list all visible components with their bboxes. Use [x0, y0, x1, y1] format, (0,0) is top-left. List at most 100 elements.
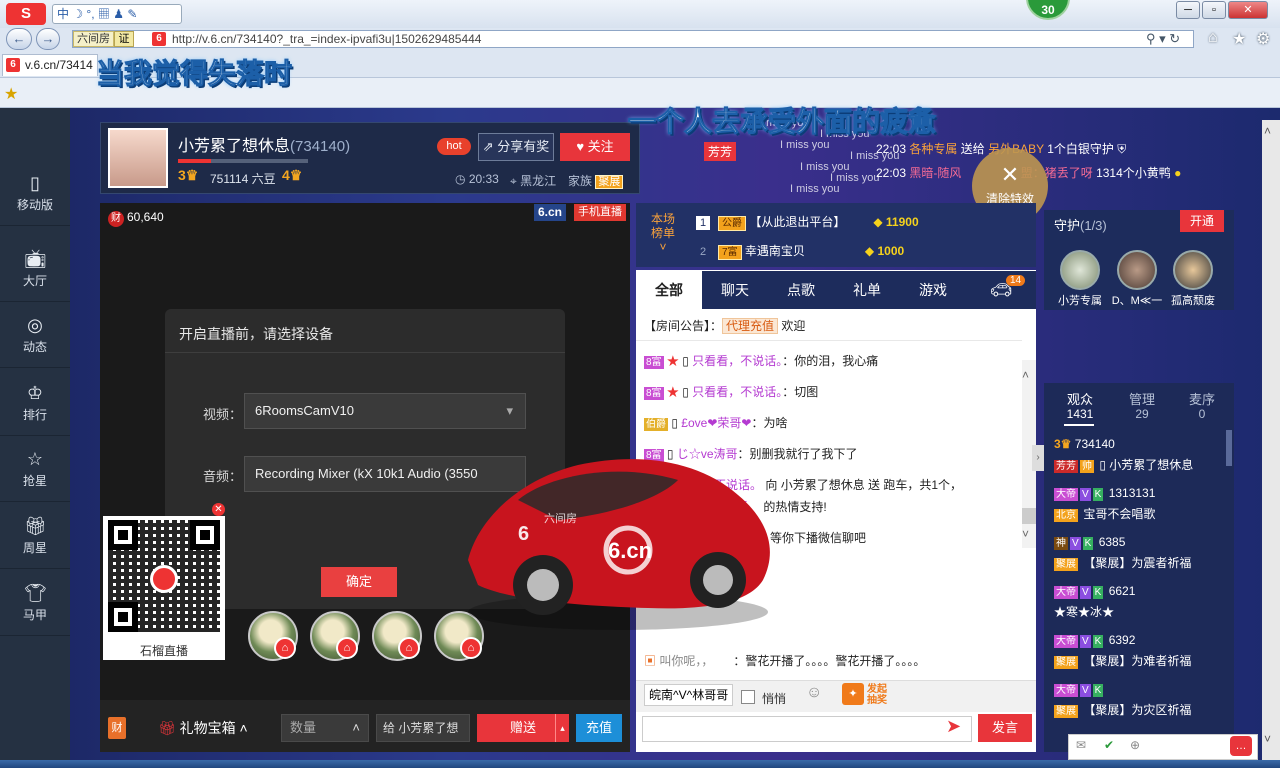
quiet-checkbox[interactable] [741, 690, 755, 704]
sender-name[interactable]: 只看看，不说话。 [692, 354, 782, 368]
audience-scroll-thumb[interactable] [1226, 430, 1232, 466]
chat-send-button[interactable]: 发言 [978, 714, 1032, 742]
location-text: 黑龙江 [520, 174, 557, 188]
scroll-up-icon[interactable]: ˄ [1264, 124, 1271, 138]
guard-count: (1/3) [1080, 218, 1107, 233]
tab-games[interactable]: 游戏 [900, 271, 966, 309]
sidebar-item-label: 抢星 [22, 474, 47, 488]
send-gift-button[interactable]: 赠送 ▴ [477, 714, 569, 742]
sogou-logo-icon[interactable]: S [6, 3, 46, 25]
url-text[interactable]: http://v.6.cn/734140?_tra_=index-ipvafi3… [172, 32, 481, 46]
host-tag: 芳芳 [704, 142, 737, 161]
search-icon[interactable]: ⚲ ▾ ↻ [1146, 31, 1180, 47]
follow-button[interactable]: ♥ 关注 [560, 133, 630, 161]
minimize-icon[interactable]: ─ [1176, 1, 1200, 19]
scroll-down-icon[interactable]: ˅ [1264, 732, 1271, 746]
page-scrollbar[interactable] [1262, 120, 1280, 760]
guard-avatar[interactable] [1173, 250, 1213, 290]
sidebar-item-star[interactable]: ☆ 抢星 [0, 436, 70, 502]
tab-chat[interactable]: 聊天 [702, 271, 768, 309]
chat-bubble-icon[interactable]: … [1230, 736, 1252, 756]
guard-avatar[interactable] [1060, 250, 1100, 290]
lottery-icon[interactable]: ✦ [842, 683, 864, 705]
settings-gear-icon[interactable]: ⚙ [1256, 29, 1270, 49]
maximize-icon[interactable]: ▫ [1202, 1, 1226, 19]
sidebar-item-vest[interactable]: 👕︎ 马甲 [0, 570, 70, 636]
tab-admin[interactable]: 管理 29 [1112, 392, 1172, 422]
video-device-select[interactable]: 6RoomsCamV10 ▾ [244, 393, 526, 429]
chat-target-select[interactable]: 皖南^V^林哥哥 [644, 684, 734, 706]
audience-row[interactable]: 大帝 V K 聚展 【聚展】为灾区祈福 [1054, 677, 1229, 726]
hot-badge: hot [437, 138, 471, 155]
tab-all[interactable]: 全部 [636, 271, 702, 309]
sender-name[interactable]: 只看看，不说话。 [692, 385, 782, 399]
home-icon[interactable]: ⌂ [1208, 29, 1218, 47]
family[interactable]: 家族 聚展 [568, 172, 624, 189]
ime-toolbar[interactable]: 中 ☽ °, ▦ ♟ ✎ [52, 4, 182, 24]
guard-avatar[interactable] [1117, 250, 1157, 290]
close-window-icon[interactable]: ✕ [1228, 1, 1268, 19]
sidebar-item-rank[interactable]: ♔ 排行 [0, 370, 70, 436]
sender-name[interactable]: 叫你呢，， [659, 654, 713, 668]
audience-row[interactable]: 大帝 V K 6392 聚展 【聚展】为难者祈福 [1054, 628, 1229, 677]
wealth-button[interactable]: 财 [108, 717, 126, 739]
sidebar-item-mobile[interactable]: ▯ 移动版 [0, 160, 70, 226]
tab-audience[interactable]: 观众 1431 [1050, 392, 1110, 422]
sidebar-item-hall[interactable]: 📺︎ 大厅 [0, 236, 70, 302]
site-favicon-icon: 6 [152, 32, 166, 46]
send-plane-icon[interactable]: ➤ [946, 716, 961, 737]
audience-row[interactable]: 大帝 V K 6621 ★寒★冰★ [1054, 579, 1229, 628]
chat-message: 8富 ★ ▯ 只看看，不说话。：你的泪，我心痛 [644, 352, 1016, 369]
add-favorite-icon[interactable]: ★ [4, 84, 18, 104]
zoom-icon[interactable]: ⊕ [1130, 738, 1140, 752]
forward-icon[interactable]: → [36, 28, 60, 50]
sender-name[interactable]: £ove❤荣哥❤ [681, 416, 751, 430]
cert-tag[interactable]: 证 [114, 31, 134, 47]
wealth-icon: 财 [108, 211, 124, 227]
rank-row[interactable]: 1 公爵 【从此退出平台】 ◆ 11900 [696, 210, 919, 234]
svg-text:6: 6 [518, 523, 529, 545]
chat-input[interactable] [642, 716, 972, 742]
scroll-up-icon[interactable]: ˄ [1022, 368, 1029, 382]
audience-row[interactable]: 神VK 6385 聚展 【聚展】为震者祈福 [1054, 530, 1229, 579]
share-button[interactable]: ⇗ 分享有奖 [478, 133, 554, 161]
close-icon[interactable]: ✕ [212, 503, 225, 516]
quantity-input[interactable]: 数量 ˄ [281, 714, 369, 742]
rank-row[interactable]: 2 7富 幸遇南宝贝 ◆ 1000 [696, 239, 904, 263]
open-guard-button[interactable]: 开通 [1180, 210, 1224, 232]
shield-icon: ⛨ [1117, 142, 1127, 156]
emoji-icon[interactable]: ☺ [806, 684, 822, 702]
tab-count: 29 [1135, 407, 1149, 421]
user-name: 小芳累了想休息 [1109, 458, 1194, 472]
tab-gifts[interactable]: 礼单 [834, 271, 900, 309]
confirm-button[interactable]: 确定 [321, 567, 397, 597]
favorites-star-icon[interactable]: ★ [1232, 29, 1246, 49]
back-icon[interactable]: ← [6, 28, 32, 50]
mobile-live-button[interactable]: 手机直播 [574, 204, 626, 221]
message-text: ：警花开播了。。。。警花开播了。。。。 [733, 654, 926, 668]
rank-label[interactable]: 本场 榜单 ˅ [644, 212, 682, 254]
anchor-avatar[interactable] [108, 128, 168, 188]
mail-icon[interactable]: ✉ [1076, 738, 1086, 752]
guard-title: 守护(1/3) [1054, 215, 1107, 234]
recharge-button[interactable]: 充值 [576, 714, 622, 742]
qr-caption: 石榴直播 [139, 644, 188, 658]
sidebar-item-weekly[interactable]: 🎁︎ 周星 [0, 503, 70, 569]
tab-queue[interactable]: 麦序 0 [1172, 392, 1232, 422]
audience-row[interactable]: 3♛ 734140 芳芳帅 ▯ 小芳累了想休息 [1054, 432, 1229, 481]
sidebar-item-feed[interactable]: ◎ 动态 [0, 302, 70, 368]
check-icon[interactable]: ✔ [1104, 738, 1114, 752]
lottery-button[interactable]: 发起 抽奖 [867, 684, 887, 706]
scroll-down-icon[interactable]: ˅ [1022, 527, 1029, 541]
scroll-thumb[interactable] [1022, 508, 1036, 524]
caret-up-icon[interactable]: ▴ [555, 714, 569, 742]
tab-label: 麦序 [1188, 392, 1215, 407]
lyric-line-2: 一个人去承受外面的疲惫 [627, 105, 937, 139]
audience-row[interactable]: 大帝 V K 1313131 北京 宝哥不会唱歌 [1054, 481, 1229, 530]
recipient-select[interactable]: 给 小芳累了想 [376, 714, 470, 742]
collapse-handle-icon[interactable]: › [1032, 445, 1044, 471]
gift-box-button[interactable]: 🎁︎ 礼物宝箱 ˄ [158, 718, 248, 738]
v-badge: V [1080, 586, 1091, 599]
announce-tag[interactable]: 代理充值 [722, 318, 779, 334]
tab-songs[interactable]: 点歌 [768, 271, 834, 309]
